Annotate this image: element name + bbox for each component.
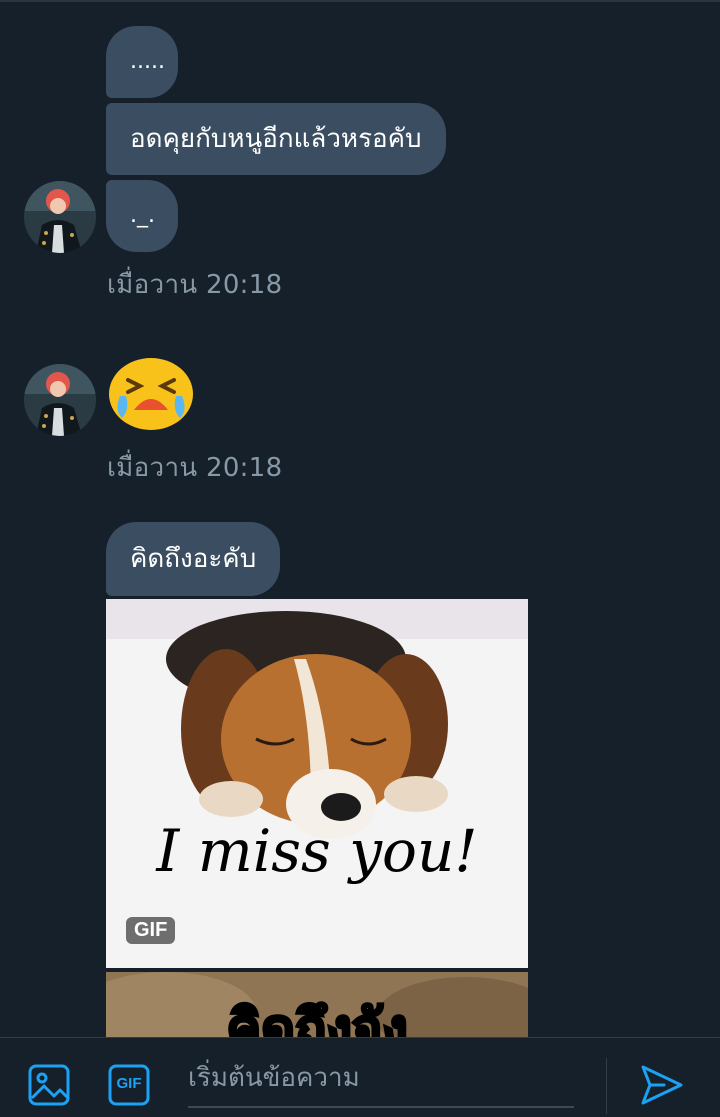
avatar[interactable]: [24, 364, 96, 436]
top-divider: [0, 0, 720, 2]
message-text: ._.: [130, 203, 155, 228]
compose-field[interactable]: [188, 1052, 574, 1108]
avatar-image: [24, 181, 96, 253]
message-composer: GIF: [0, 1037, 720, 1117]
gif-badge: GIF: [126, 917, 176, 944]
message-timestamp: เมื่อวาน 20:18: [107, 453, 283, 483]
message-bubble[interactable]: .....: [106, 26, 178, 98]
image-icon[interactable]: [28, 1064, 70, 1110]
crying-face-emoji[interactable]: [106, 352, 196, 432]
message-bubble[interactable]: ._.: [106, 180, 178, 252]
message-bubble[interactable]: อดคุยกับหนูอีกแล้วหรอคับ: [106, 103, 446, 175]
gif-caption: I miss you!: [156, 817, 478, 885]
message-input[interactable]: [188, 1052, 574, 1104]
gif-icon-label: GIF: [116, 1075, 142, 1092]
gif-icon[interactable]: GIF: [108, 1064, 150, 1106]
composer-divider: [606, 1058, 607, 1114]
gif-attachment[interactable]: I miss you! GIF: [106, 599, 528, 968]
puppy-gif-image: [106, 599, 528, 968]
send-icon[interactable]: [640, 1064, 684, 1110]
message-timestamp: เมื่อวาน 20:18: [107, 270, 283, 300]
dm-conversation-screen: ..... อดคุยกับหนูอีกแล้วหรอคับ ._. เมื่อ…: [0, 0, 720, 1117]
message-text: .....: [130, 49, 165, 74]
message-text: อดคุยกับหนูอีกแล้วหรอคับ: [130, 124, 422, 154]
message-text: คิดถึงอะคับ: [130, 544, 257, 574]
message-bubble[interactable]: คิดถึงอะคับ: [106, 522, 281, 596]
avatar-image: [24, 364, 96, 436]
gif-caption: คิดถึงจัง: [225, 998, 409, 1039]
gif-attachment[interactable]: คิดถึงจัง: [106, 972, 528, 1038]
avatar[interactable]: [24, 181, 96, 253]
